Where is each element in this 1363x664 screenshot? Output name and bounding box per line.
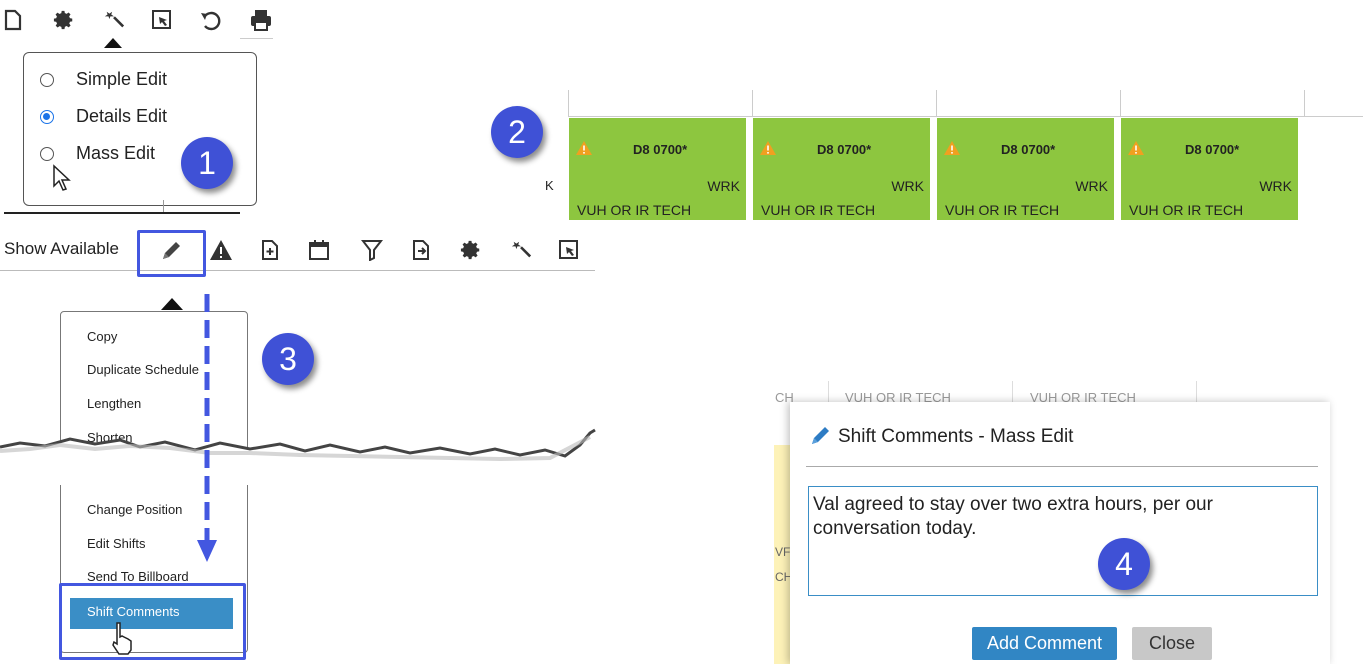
menu-item-lengthen[interactable]: Lengthen [87, 396, 141, 411]
row-marker: K [545, 178, 554, 193]
schedule-grid-line [568, 90, 569, 116]
menu-item-duplicate-schedule[interactable]: Duplicate Schedule [87, 362, 199, 377]
shift-cell[interactable]: D8 0700* WRK VUH OR IR TECH [753, 118, 933, 220]
pencil-icon[interactable] [158, 238, 184, 264]
step-badge: 2 [491, 106, 543, 158]
add-comment-button[interactable]: Add Comment [972, 627, 1117, 660]
radio-simple-edit[interactable]: Simple Edit [40, 69, 167, 90]
shift-cell[interactable]: D8 0700* WRK VUH OR IR TECH [937, 118, 1117, 220]
export-icon[interactable] [2, 8, 24, 32]
shift-code: D8 0700* [1001, 142, 1056, 157]
step-badge: 1 [181, 137, 233, 189]
select-box-icon[interactable] [150, 8, 174, 32]
menu-item-copy[interactable]: Copy [87, 329, 117, 344]
shift-location: VUH OR IR TECH [577, 202, 692, 218]
active-pointer-caret [104, 38, 122, 48]
step-badge: 3 [262, 333, 314, 385]
shift-comments-highlight [59, 583, 246, 660]
toolbar-baseline [0, 270, 595, 271]
export-icon[interactable] [409, 238, 433, 262]
warning-icon [759, 140, 777, 161]
shift-code: D8 0700* [1185, 142, 1240, 157]
shift-type: WRK [707, 178, 740, 194]
schedule-grid-line [752, 90, 753, 116]
shift-cell[interactable]: D8 0700* WRK VUH OR IR TECH [1121, 118, 1301, 220]
warning-icon [575, 140, 593, 161]
warning-icon [1127, 140, 1145, 161]
gear-icon[interactable] [459, 238, 483, 262]
radio-button[interactable] [40, 146, 54, 161]
radio-label: Simple Edit [76, 69, 168, 89]
warning-triangle-icon[interactable] [208, 238, 234, 262]
calendar-icon[interactable] [307, 238, 331, 262]
menu-item-change-position[interactable]: Change Position [87, 502, 182, 517]
radio-label: Mass Edit [76, 143, 156, 163]
step-badge: 4 [1098, 538, 1150, 590]
mouse-cursor-icon [50, 163, 74, 193]
close-button[interactable]: Close [1132, 627, 1212, 660]
shift-location: VUH OR IR TECH [1129, 202, 1244, 218]
divider [4, 212, 240, 214]
gear-icon[interactable] [52, 8, 76, 32]
shift-type: WRK [1075, 178, 1108, 194]
divider [163, 200, 164, 212]
radio-details-edit[interactable]: Details Edit [40, 106, 167, 127]
radio-button[interactable] [40, 72, 54, 87]
torn-edge [0, 428, 600, 485]
radio-mass-edit[interactable]: Mass Edit [40, 143, 155, 164]
filter-icon[interactable] [360, 238, 384, 262]
comment-textarea[interactable]: Val agreed to stay over two extra hours,… [808, 486, 1318, 596]
pencil-icon [808, 425, 832, 447]
warning-icon [943, 140, 961, 161]
schedule-grid-line [568, 116, 1363, 117]
schedule-grid-line [936, 90, 937, 116]
dialog-divider [806, 466, 1318, 467]
background-grid-line [1196, 381, 1197, 402]
undo-icon[interactable] [198, 8, 224, 32]
background-grid-line [1012, 381, 1013, 402]
dashed-arrow [197, 294, 217, 562]
add-document-icon[interactable] [258, 238, 282, 262]
dialog-title: Shift Comments - Mass Edit [838, 426, 1074, 447]
toolbar-underline [240, 38, 273, 39]
select-box-icon[interactable] [557, 238, 581, 262]
shift-type: WRK [1259, 178, 1292, 194]
schedule-grid-line [1304, 90, 1305, 116]
magic-wand-icon[interactable] [509, 238, 533, 262]
shift-code: D8 0700* [633, 142, 688, 157]
menu-item-send-to-billboard[interactable]: Send To Billboard [87, 569, 189, 584]
magic-wand-icon[interactable] [102, 8, 126, 32]
shift-type: WRK [891, 178, 924, 194]
shift-location: VUH OR IR TECH [761, 202, 876, 218]
show-available-label[interactable]: Show Available [4, 239, 119, 259]
menu-item-edit-shifts[interactable]: Edit Shifts [87, 536, 146, 551]
shift-code: D8 0700* [817, 142, 872, 157]
shift-cell[interactable]: D8 0700* WRK VUH OR IR TECH [569, 118, 749, 220]
menu-caret [161, 298, 183, 310]
shift-location: VUH OR IR TECH [945, 202, 1060, 218]
background-fragment: VF [775, 545, 791, 559]
hand-pointer-icon [108, 620, 136, 656]
background-grid-line [828, 381, 829, 402]
schedule-grid-line [1120, 90, 1121, 116]
comment-text: Val agreed to stay over two extra hours,… [813, 494, 1213, 539]
radio-label: Details Edit [76, 106, 168, 126]
print-icon[interactable] [248, 8, 274, 32]
radio-button-selected[interactable] [40, 109, 54, 124]
